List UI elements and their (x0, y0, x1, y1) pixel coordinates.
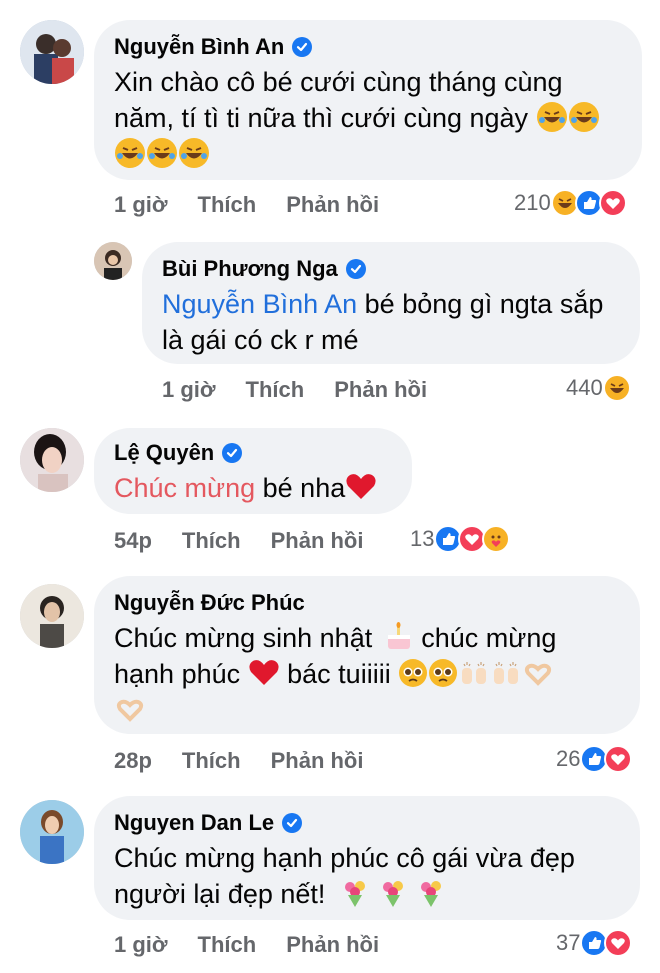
reaction-count: 210 (514, 190, 551, 215)
comment-line: người lại đẹp nết! (114, 879, 326, 909)
comment-line: Chúc mừng hạnh phúc cô gái vừa đẹp (114, 843, 575, 873)
like-button[interactable]: Thích (198, 192, 257, 218)
comment-line: là gái có ck r mé (162, 325, 359, 355)
rofl-emoji-icon (568, 102, 599, 132)
highlighted-text[interactable]: Chúc mừng (114, 473, 255, 503)
timestamp[interactable]: 54p (114, 528, 152, 554)
comment-actions: 54p Thích Phản hồi (114, 528, 363, 554)
reaction-summary[interactable]: 210 (514, 189, 627, 217)
red-heart-icon (249, 660, 279, 685)
comment-text: Chúc mừng hạnh phúc cô gái vừa đẹp người… (114, 840, 634, 912)
verified-badge-icon (345, 259, 366, 279)
heart-hands-icon (525, 663, 552, 686)
reply-bui-phuong-nga: Bùi Phương Nga Nguyễn Bình An bé bỏng gì… (0, 240, 660, 420)
verified-badge-icon (222, 443, 243, 463)
birthday-cake-icon (387, 622, 410, 649)
commenter-name[interactable]: Nguyễn Bình An (114, 34, 313, 60)
commenter-name[interactable]: Bùi Phương Nga (162, 256, 366, 282)
red-heart-icon (346, 474, 376, 499)
comment-line: bé nha (255, 473, 346, 503)
comment-line: Chúc mừng sinh nhật (114, 623, 373, 653)
like-button[interactable]: Thích (182, 748, 241, 774)
comment-nguyen-duc-phuc: Nguyễn Đức Phúc Chúc mừng sinh nhật chúc… (0, 570, 660, 790)
reply-button[interactable]: Phản hồi (271, 748, 364, 774)
heart-hands-icon (116, 699, 144, 722)
comment-line: năm, tí tì ti nữa thì cưới cùng ngày (114, 103, 529, 133)
comment-text: Xin chào cô bé cưới cùng tháng cùng năm,… (114, 64, 634, 172)
timestamp[interactable]: 1 giờ (114, 192, 168, 218)
commenter-name[interactable]: Nguyễn Đức Phúc (114, 590, 305, 616)
reply-button[interactable]: Phản hồi (271, 528, 364, 554)
timestamp[interactable]: 1 giờ (162, 377, 216, 403)
reply-button[interactable]: Phản hồi (334, 377, 427, 403)
avatar[interactable] (20, 428, 84, 492)
comment-le-quyen: Lệ Quyên Chúc mừng bé nha 54p Thích Phản… (0, 420, 660, 570)
reaction-summary[interactable]: 37 (556, 929, 633, 957)
comment-actions: 1 giờ Thích Phản hồi (114, 192, 379, 218)
avatar-photo-icon (20, 800, 84, 864)
comment-line: chúc mừng (413, 623, 557, 653)
care-reaction-icon (482, 525, 511, 553)
love-reaction-icon (598, 189, 627, 217)
raising-hands-icon (462, 662, 487, 684)
reaction-summary[interactable]: 13 (410, 525, 511, 553)
reaction-count: 13 (410, 526, 435, 551)
avatar-photo-icon (20, 428, 84, 492)
timestamp[interactable]: 28p (114, 748, 152, 774)
commenter-name[interactable]: Lệ Quyên (114, 440, 243, 466)
mention-link[interactable]: Nguyễn Bình An (162, 289, 357, 319)
rofl-emoji-icon (536, 102, 567, 132)
rofl-emoji-icon (179, 138, 209, 168)
reaction-summary[interactable]: 26 (556, 745, 633, 773)
bouquet-icon (420, 881, 441, 907)
reply-button[interactable]: Phản hồi (286, 932, 379, 958)
love-reaction-icon (604, 745, 633, 773)
comment-actions: 1 giờ Thích Phản hồi (114, 932, 379, 958)
verified-badge-icon (282, 813, 303, 833)
reaction-count: 26 (556, 746, 581, 771)
avatar-photo-icon (20, 584, 84, 648)
bouquet-icon (344, 881, 365, 907)
comment-line: hạnh phúc (114, 659, 241, 689)
commenter-name[interactable]: Nguyen Dan Le (114, 810, 303, 836)
reaction-summary[interactable]: 440 (566, 374, 631, 402)
verified-badge-icon (292, 37, 313, 57)
pleading-face-icon (429, 659, 458, 687)
avatar[interactable] (94, 242, 132, 280)
haha-reaction-icon (602, 374, 631, 402)
comment-line: Xin chào cô bé cưới cùng tháng cùng (114, 67, 563, 97)
bouquet-icon (382, 881, 403, 907)
reply-button[interactable]: Phản hồi (286, 192, 379, 218)
timestamp[interactable]: 1 giờ (114, 932, 168, 958)
rofl-emoji-icon (115, 138, 145, 168)
comment-actions: 1 giờ Thích Phản hồi (162, 377, 427, 403)
reaction-count: 37 (556, 930, 581, 955)
avatar[interactable] (20, 800, 84, 864)
comment-line: bé bỏng gì ngta sắp (357, 289, 604, 319)
comment-nguyen-binh-an: Nguyễn Bình An Xin chào cô bé cưới cùng … (0, 0, 660, 240)
comment-line: bác tuiiiii (279, 659, 391, 689)
like-button[interactable]: Thích (198, 932, 257, 958)
raising-hands-icon (494, 662, 519, 684)
like-button[interactable]: Thích (182, 528, 241, 554)
avatar[interactable] (20, 20, 84, 84)
pleading-face-icon (399, 659, 428, 687)
comment-actions: 28p Thích Phản hồi (114, 748, 363, 774)
comment-text: Nguyễn Bình An bé bỏng gì ngta sắp là gá… (162, 286, 632, 358)
reaction-count: 440 (566, 375, 603, 400)
comment-text: Chúc mừng sinh nhật chúc mừng hạnh phúc … (114, 620, 634, 728)
avatar-photo-icon (94, 242, 132, 280)
love-reaction-icon (604, 929, 633, 957)
like-button[interactable]: Thích (246, 377, 305, 403)
comment-text: Chúc mừng bé nha (114, 470, 414, 506)
avatar[interactable] (20, 584, 84, 648)
rofl-emoji-icon (147, 138, 177, 168)
comment-nguyen-dan-le: Nguyen Dan Le Chúc mừng hạnh phúc cô gái… (0, 790, 660, 973)
avatar-photo-icon (20, 20, 84, 84)
